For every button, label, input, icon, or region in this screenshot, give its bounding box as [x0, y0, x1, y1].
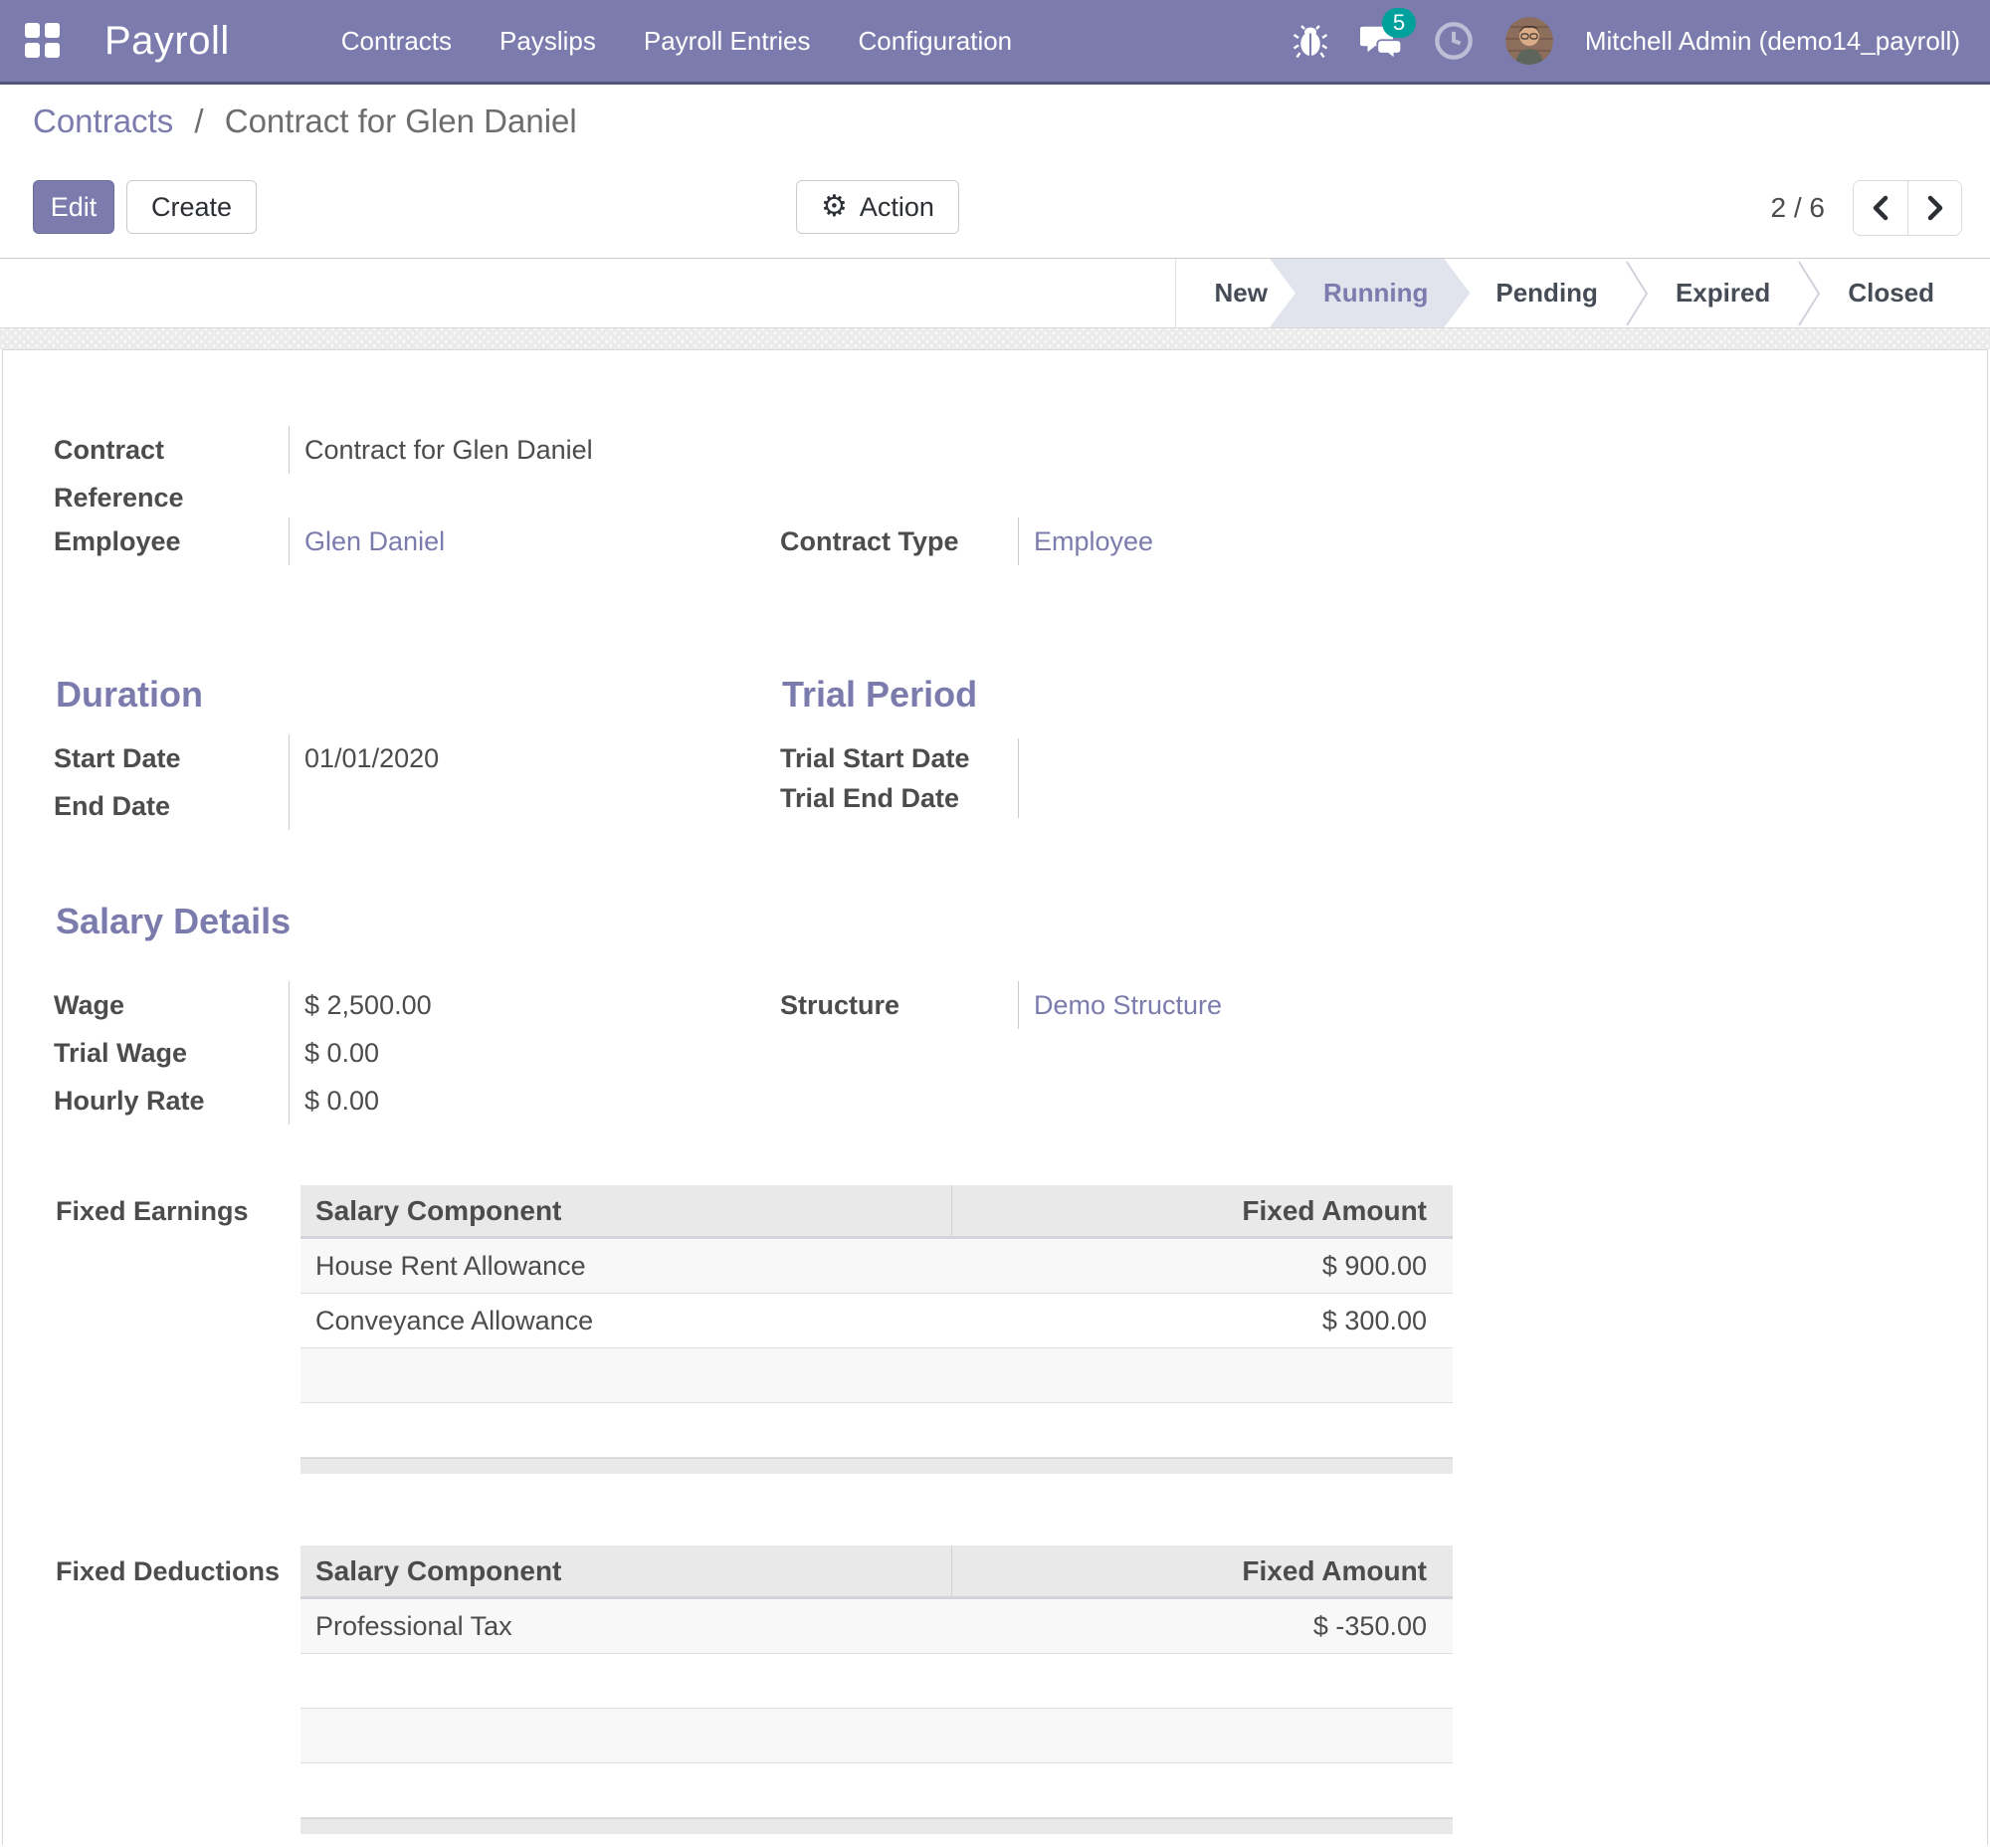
top-menu: Contracts Payslips Payroll Entries Configur… [341, 26, 1012, 57]
status-step-closed[interactable]: Closed [1822, 259, 1960, 327]
systray: 5 [1293, 17, 1960, 65]
trial-wage-value: $ 0.00 [289, 1029, 762, 1077]
wage-value: $ 2,500.00 [289, 981, 762, 1029]
fixed-amount-cell: $ 300.00 [952, 1294, 1453, 1347]
activities-clock-icon[interactable] [1434, 21, 1474, 61]
apps-menu-icon[interactable] [25, 23, 61, 59]
create-button[interactable]: Create [126, 180, 257, 234]
trial-wage-label: Trial Wage [54, 1029, 289, 1077]
hourly-rate-label: Hourly Rate [54, 1077, 289, 1125]
salary-component-cell [300, 1348, 952, 1402]
salary-component-cell: House Rent Allowance [300, 1239, 952, 1293]
trial-period-section-title: Trial Period [782, 675, 977, 715]
contract-type-label: Contract Type [780, 517, 1018, 565]
salary-component-cell [300, 1654, 952, 1708]
top-navbar: Payroll Contracts Payslips Payroll Entries… [0, 0, 1990, 85]
status-step-pending[interactable]: Pending [1470, 259, 1624, 327]
fixed-amount-cell [952, 1763, 1453, 1817]
pager: 2 / 6 [1771, 180, 1962, 236]
fixed-amount-cell: $ 900.00 [952, 1239, 1453, 1293]
action-button-label: Action [860, 192, 934, 223]
table-row[interactable] [300, 1709, 1453, 1763]
table-row[interactable] [300, 1654, 1453, 1709]
menu-payroll-entries[interactable]: Payroll Entries [644, 26, 811, 57]
table-row[interactable] [300, 1403, 1453, 1458]
breadcrumb: Contracts / Contract for Glen Daniel [33, 103, 577, 140]
debug-bug-icon[interactable] [1293, 23, 1328, 59]
end-date-label: End Date [54, 782, 289, 830]
employee-value-link[interactable]: Glen Daniel [304, 526, 445, 556]
salary-component-cell [300, 1763, 952, 1817]
breadcrumb-separator: / [194, 103, 203, 139]
fixed-deductions-label: Fixed Deductions [56, 1551, 280, 1591]
salary-component-cell: Conveyance Allowance [300, 1294, 952, 1347]
salary-component-cell [300, 1709, 952, 1762]
table-row[interactable] [300, 1763, 1453, 1818]
table-row[interactable]: Conveyance Allowance$ 300.00 [300, 1294, 1453, 1348]
pager-previous-button[interactable] [1854, 181, 1907, 235]
column-header-salary-component[interactable]: Salary Component [300, 1545, 952, 1596]
pager-next-button[interactable] [1907, 181, 1961, 235]
fixed-amount-cell [952, 1348, 1453, 1402]
table-row[interactable] [300, 1348, 1453, 1403]
column-header-fixed-amount[interactable]: Fixed Amount [952, 1545, 1453, 1596]
chevron-separator-icon [1624, 260, 1650, 327]
status-step-running[interactable]: Running [1270, 259, 1470, 327]
breadcrumb-contracts-link[interactable]: Contracts [33, 103, 173, 139]
start-date-value: 01/01/2020 [289, 734, 762, 782]
fixed-deductions-table: Salary Component Fixed Amount Profession… [300, 1545, 1453, 1834]
structure-label: Structure [780, 981, 1018, 1029]
action-button[interactable]: ⚙ Action [796, 180, 959, 234]
salary-details-section-title: Salary Details [56, 902, 291, 941]
table-footer [300, 1818, 1453, 1834]
employee-label: Employee [54, 517, 289, 565]
table-footer [300, 1458, 1453, 1474]
contract-reference-value: Contract for Glen Daniel [289, 426, 762, 474]
fixed-amount-cell: $ -350.00 [952, 1599, 1453, 1653]
status-step-expired[interactable]: Expired [1650, 259, 1796, 327]
sheet-background-strip [0, 328, 1990, 349]
edit-button[interactable]: Edit [33, 180, 114, 234]
fixed-earnings-label: Fixed Earnings [56, 1191, 249, 1231]
form-statusbar: NewRunningPendingExpiredClosed [0, 258, 1990, 328]
menu-contracts[interactable]: Contracts [341, 26, 452, 57]
table-row[interactable]: House Rent Allowance$ 900.00 [300, 1239, 1453, 1294]
duration-section-title: Duration [56, 675, 203, 715]
salary-component-cell: Professional Tax [300, 1599, 952, 1653]
trial-start-date-value [1018, 738, 1489, 778]
messages-icon[interactable]: 5 [1360, 22, 1402, 60]
fixed-amount-cell [952, 1709, 1453, 1762]
fixed-earnings-table: Salary Component Fixed Amount House Rent… [300, 1185, 1453, 1474]
hourly-rate-value: $ 0.00 [289, 1077, 762, 1125]
app-title[interactable]: Payroll [104, 19, 230, 64]
contract-reference-label: Contract Reference [54, 426, 289, 474]
form-sheet: Contract Reference Contract for Glen Dan… [2, 349, 1988, 1845]
control-panel: Contracts / Contract for Glen Daniel Edi… [0, 85, 1990, 258]
user-menu[interactable]: Mitchell Admin (demo14_payroll) [1585, 26, 1960, 57]
trial-start-date-label: Trial Start Date [780, 738, 1018, 778]
fixed-amount-cell [952, 1654, 1453, 1708]
menu-configuration[interactable]: Configuration [858, 26, 1012, 57]
end-date-value [289, 782, 762, 830]
trial-end-date-value [1018, 778, 1489, 818]
status-steps: NewRunningPendingExpiredClosed [1175, 259, 1960, 327]
menu-payslips[interactable]: Payslips [499, 26, 596, 57]
wage-label: Wage [54, 981, 289, 1029]
gear-icon: ⚙ [821, 192, 848, 222]
message-count-badge: 5 [1382, 8, 1416, 38]
column-header-salary-component[interactable]: Salary Component [300, 1185, 952, 1236]
pager-count: 2 / 6 [1771, 192, 1825, 224]
trial-end-date-label: Trial End Date [780, 778, 1018, 818]
column-header-fixed-amount[interactable]: Fixed Amount [952, 1185, 1453, 1236]
fixed-amount-cell [952, 1403, 1453, 1457]
salary-component-cell [300, 1403, 952, 1457]
avatar[interactable] [1505, 17, 1553, 65]
chevron-separator-icon [1796, 260, 1822, 327]
contract-type-value-link[interactable]: Employee [1034, 526, 1153, 556]
structure-value-link[interactable]: Demo Structure [1034, 990, 1222, 1020]
breadcrumb-current: Contract for Glen Daniel [225, 103, 577, 139]
start-date-label: Start Date [54, 734, 289, 782]
table-row[interactable]: Professional Tax$ -350.00 [300, 1599, 1453, 1654]
